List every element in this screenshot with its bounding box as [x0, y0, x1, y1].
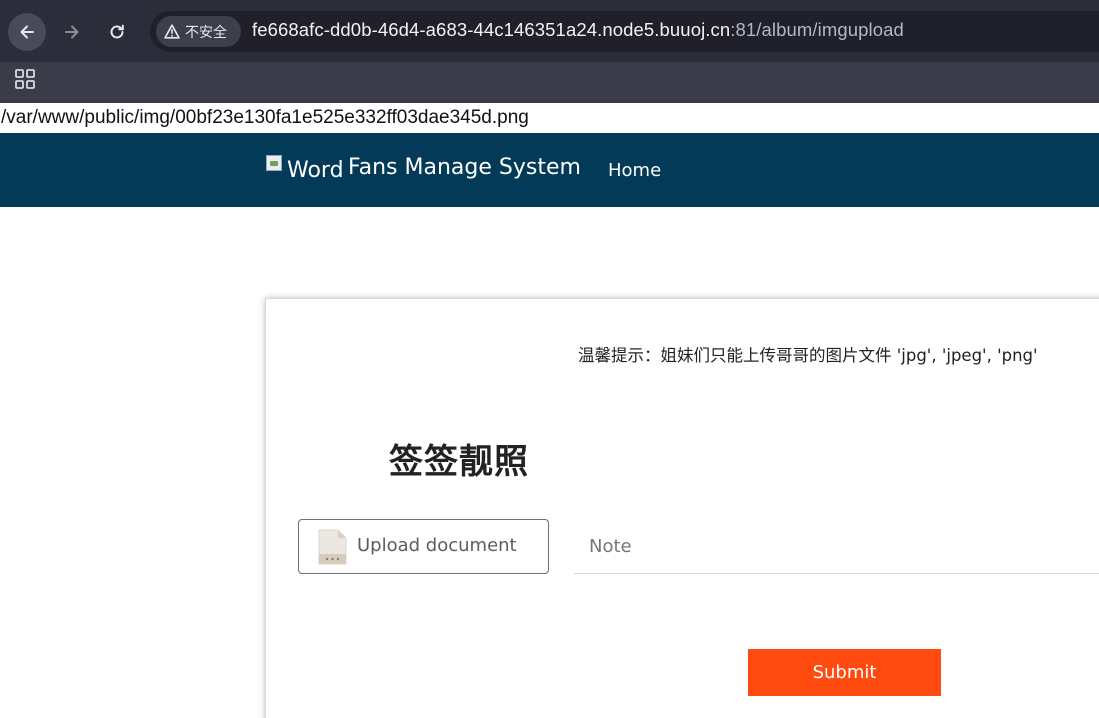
brand-logo-alt[interactable]: Word: [287, 158, 344, 183]
warning-icon: [164, 24, 180, 39]
upload-tip: 温馨提示：姐妹们只能上传哥哥的图片文件 'jpg', 'jpeg', 'png': [578, 346, 1038, 365]
arrow-right-icon: [65, 25, 79, 39]
forward-button[interactable]: [53, 13, 91, 51]
brand-title[interactable]: Fans Manage System: [348, 155, 581, 180]
upload-path-output: /var/www/public/img/00bf23e130fa1e525e33…: [1, 107, 529, 128]
submit-button[interactable]: Submit: [748, 649, 941, 696]
broken-image-icon: [266, 155, 282, 171]
reload-icon: [110, 24, 124, 39]
bookmarks-bar: [0, 62, 1099, 103]
security-label: 不安全: [185, 24, 227, 41]
upload-document-label: Upload document: [357, 535, 517, 556]
security-indicator[interactable]: 不安全: [156, 16, 241, 47]
back-button[interactable]: [8, 13, 46, 51]
apps-grid-icon[interactable]: [15, 69, 35, 89]
form-title: 签签靓照: [389, 442, 529, 482]
url-path: :81/album/imgupload: [730, 19, 904, 40]
url-host: fe668afc-dd0b-46d4-a683-44c146351a24.nod…: [252, 19, 731, 40]
arrow-left-icon: [20, 25, 34, 39]
upload-document-button[interactable]: Upload document: [298, 519, 549, 574]
reload-button[interactable]: [98, 13, 136, 51]
note-input[interactable]: [574, 519, 1099, 574]
url-text[interactable]: fe668afc-dd0b-46d4-a683-44c146351a24.nod…: [252, 19, 904, 41]
nav-home-link[interactable]: Home: [608, 160, 661, 181]
document-icon: [318, 529, 347, 565]
